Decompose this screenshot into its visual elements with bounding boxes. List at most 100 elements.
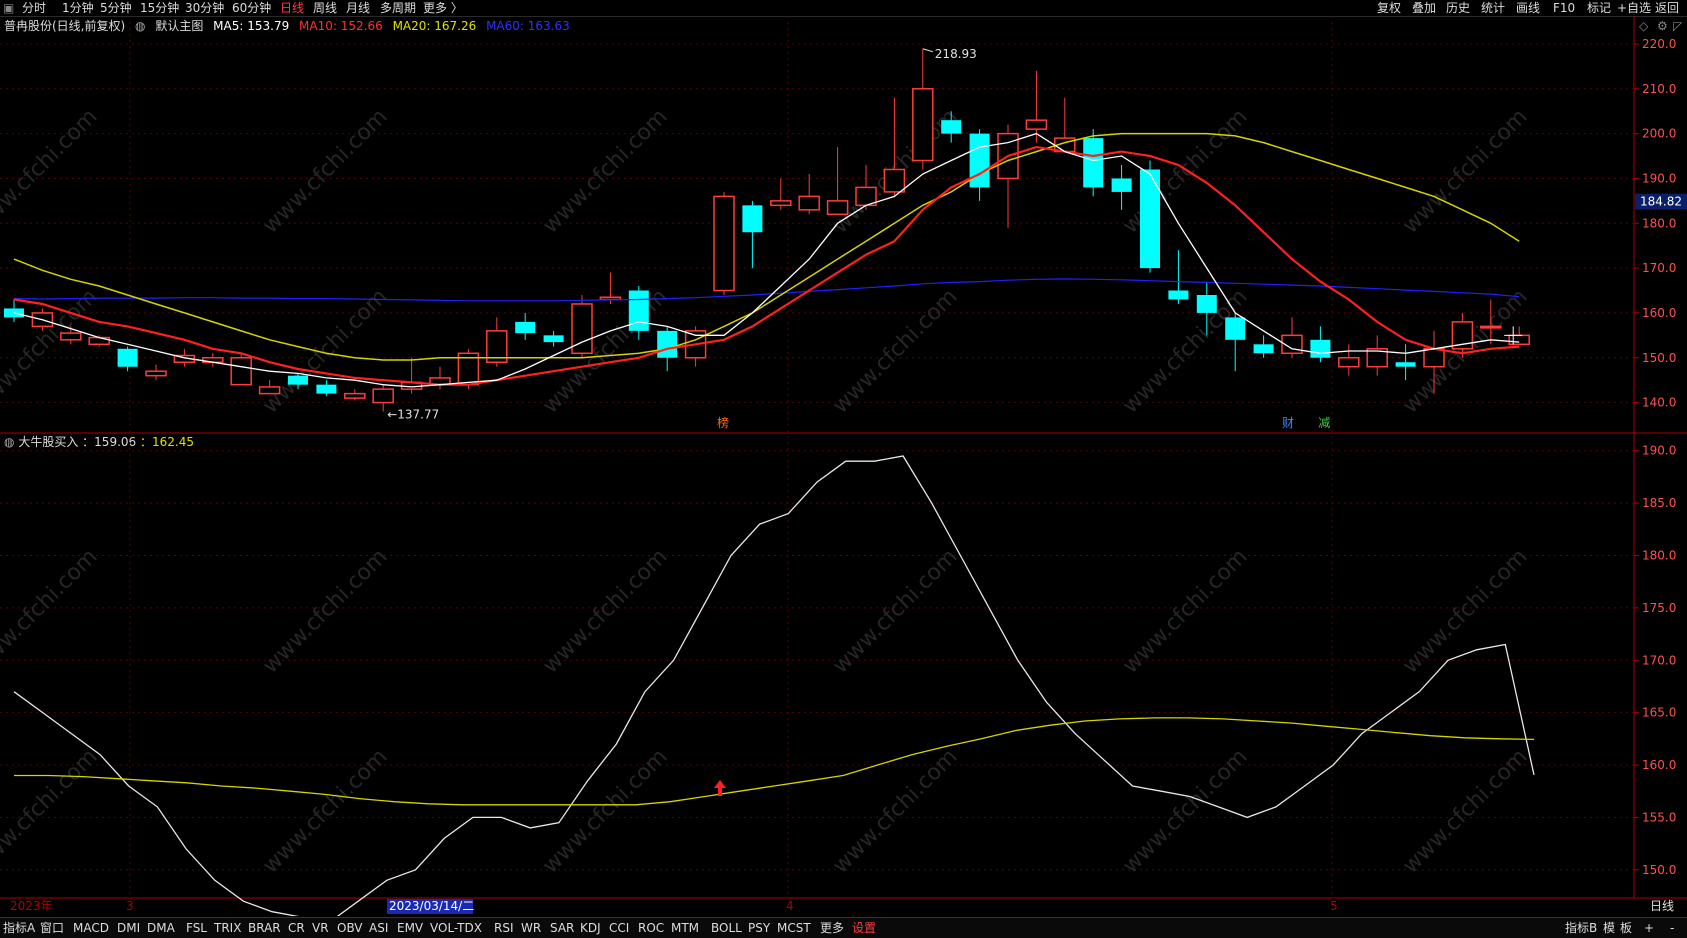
indicator-tab-bar: 指标A 窗口 MACD DMI DMA FSL TRIX BRAR CR VR OBV ASI EMV V… [0, 917, 1687, 938]
sub-axis-label: 180.0 [1642, 548, 1676, 562]
period-tab-4[interactable]: 30分钟 [185, 0, 224, 16]
period-tab-7[interactable]: 周线 [313, 0, 337, 16]
right-tab-1[interactable]: 模 [1603, 920, 1615, 936]
indicator-tab-1[interactable]: 窗口 [40, 920, 64, 936]
indicator-tab-24[interactable]: 更多 [820, 920, 844, 936]
sub-axis-label: 160.0 [1642, 758, 1676, 772]
ma20-line [13, 132, 1520, 361]
main-axis-label: 210.0 [1642, 82, 1676, 96]
sub-axis-label: 165.0 [1642, 706, 1676, 720]
candle-body-down [1395, 362, 1416, 367]
current-price-value: 184.82 [1640, 195, 1682, 209]
candle-body-up [1508, 334, 1530, 346]
watermark-text: www.cfchi.com [1118, 104, 1252, 238]
sub-axis-label: 185.0 [1642, 496, 1676, 510]
period-tab-2[interactable]: 5分钟 [100, 0, 132, 16]
toolbar-button-5[interactable]: F10 [1553, 0, 1575, 16]
main-axis-label: 170.0 [1642, 261, 1676, 275]
toolbar-button-7[interactable]: +自选 [1617, 0, 1651, 16]
indicator-tab-7[interactable]: BRAR [248, 920, 281, 936]
indicator-tab-13[interactable]: VOL-TDX [430, 920, 482, 936]
right-tab-3[interactable]: + [1644, 920, 1654, 936]
period-tab-1[interactable]: 1分钟 [62, 0, 94, 16]
marker-bang: 榜 [717, 415, 729, 430]
indicator-tab-2[interactable]: MACD [73, 920, 109, 936]
period-tab-3[interactable]: 15分钟 [140, 0, 179, 16]
watermark-text: www.cfchi.com [828, 744, 962, 878]
watermark-text: www.cfchi.com [0, 104, 103, 238]
toolbar-button-6[interactable]: 标记 [1587, 0, 1611, 16]
right-tab-0[interactable]: 指标B [1565, 920, 1597, 936]
indicator-tab-3[interactable]: DMI [117, 920, 140, 936]
sub-axis-label: 155.0 [1642, 810, 1676, 824]
toolbar-button-4[interactable]: 画线 [1516, 0, 1540, 16]
toolbar-button-0[interactable]: 复权 [1377, 0, 1401, 16]
candle-body-down [969, 133, 990, 188]
main-axis-label: 150.0 [1642, 351, 1676, 365]
indicator-tab-9[interactable]: VR [312, 920, 329, 936]
indicator-white-line [13, 455, 1535, 916]
candle-body-up [372, 388, 394, 404]
indicator-tab-17[interactable]: KDJ [580, 920, 601, 936]
candle-body-down [1310, 339, 1331, 358]
right-tab-4[interactable]: - [1670, 920, 1674, 936]
main-axis-label: 160.0 [1642, 306, 1676, 320]
indicator-tab-14[interactable]: RSI [494, 920, 514, 936]
candle-body-up [599, 296, 622, 301]
period-tab-6[interactable]: 日线 [280, 0, 304, 16]
marker-cai: 财 [1282, 416, 1294, 430]
candle-body-down [742, 205, 763, 233]
candle-body-up [1338, 357, 1360, 368]
indicator-tab-19[interactable]: ROC [638, 920, 664, 936]
period-tab-10[interactable]: 更多 〉 [423, 0, 463, 16]
indicator-tab-10[interactable]: OBV [337, 920, 363, 936]
period-tab-5[interactable]: 60分钟 [232, 0, 271, 16]
indicator-tab-15[interactable]: WR [521, 920, 541, 936]
indicator-tab-18[interactable]: CCI [609, 920, 629, 936]
main-axis-label: 200.0 [1642, 127, 1676, 141]
toolbar-button-2[interactable]: 历史 [1446, 0, 1470, 16]
main-axis-label: 220.0 [1642, 37, 1676, 51]
toolbar-button-8[interactable]: 返回 [1655, 0, 1679, 16]
sub-axis-label: 170.0 [1642, 653, 1676, 667]
period-tab-8[interactable]: 月线 [346, 0, 370, 16]
indicator-tab-11[interactable]: ASI [369, 920, 388, 936]
right-tab-2[interactable]: 板 [1620, 920, 1632, 936]
candle-body-up [912, 88, 934, 162]
candle-body-up [798, 195, 820, 211]
candle-body-down [1083, 138, 1104, 188]
indicator-tab-4[interactable]: DMA [147, 920, 175, 936]
watermark-text: www.cfchi.com [0, 744, 103, 878]
window-icon[interactable]: ▣ [3, 0, 14, 16]
candle-body-down [1196, 295, 1217, 313]
candle-body-up [145, 370, 167, 377]
indicator-tab-16[interactable]: SAR [550, 920, 574, 936]
indicator-tab-6[interactable]: TRIX [214, 920, 241, 936]
indicator-tab-23[interactable]: MCST [777, 920, 811, 936]
candle-body-up [1480, 325, 1502, 329]
indicator-tab-5[interactable]: FSL [186, 920, 207, 936]
period-tab-9[interactable]: 多周期 [380, 0, 416, 16]
watermark-text: www.cfchi.com [1398, 104, 1532, 238]
watermark-text: www.cfchi.com [258, 104, 392, 238]
indicator-tab-21[interactable]: BOLL [711, 920, 742, 936]
indicator-yellow-line [14, 717, 1535, 806]
toolbar-button-3[interactable]: 统计 [1481, 0, 1505, 16]
toolbar-button-1[interactable]: 叠加 [1412, 0, 1436, 16]
marker-jian: 减 [1318, 416, 1330, 430]
indicator-tab-0[interactable]: 指标A [3, 920, 35, 936]
indicator-tab-8[interactable]: CR [288, 920, 305, 936]
sub-axis-label: 190.0 [1642, 444, 1676, 458]
date-month-5: 5 [1330, 899, 1338, 913]
watermark-text: www.cfchi.com [1118, 284, 1252, 418]
period-tab-0[interactable]: 分时 [22, 0, 46, 16]
indicator-tab-22[interactable]: PSY [748, 920, 770, 936]
candle-body-down [628, 290, 649, 331]
sub-axis-label: 150.0 [1642, 863, 1676, 877]
indicator-tab-20[interactable]: MTM [671, 920, 699, 936]
ma60-line [13, 278, 1520, 302]
watermark-text: www.cfchi.com [538, 744, 672, 878]
indicator-tab-12[interactable]: EMV [397, 920, 423, 936]
indicator-tab-25[interactable]: 设置 [852, 920, 876, 936]
chart-area[interactable]: 220.0 210.0 200.0 190.0 180.0 170.0 160.0 150.0… [0, 16, 1687, 916]
